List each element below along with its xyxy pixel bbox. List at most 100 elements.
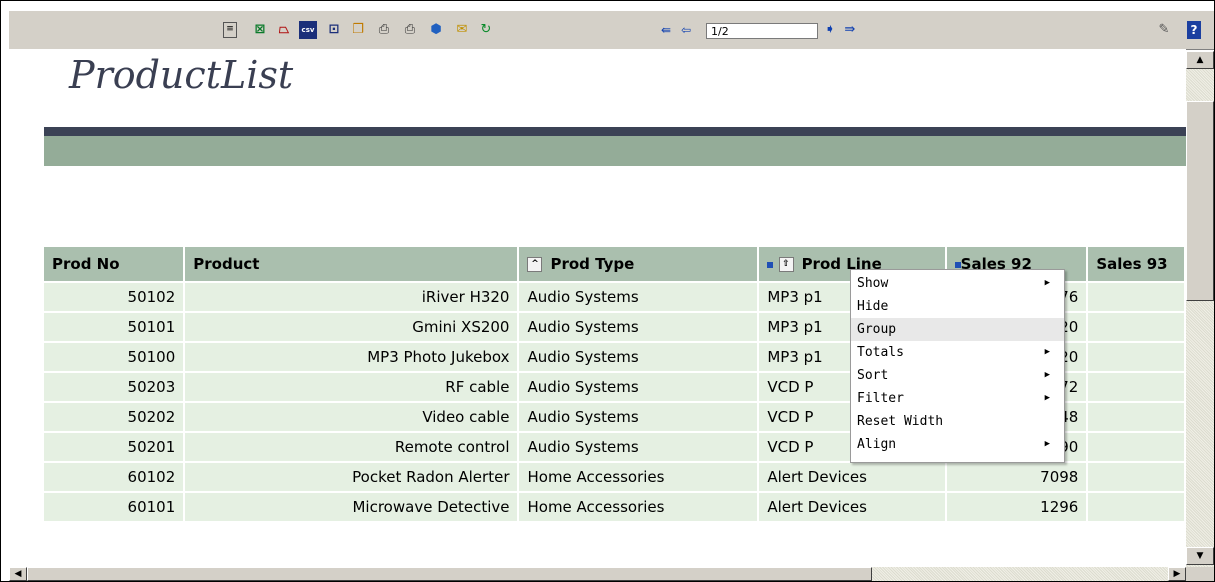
menu-item-show[interactable]: Show ▶ <box>851 272 1064 295</box>
column-resize-handle[interactable] <box>767 261 774 268</box>
menu-item-label: Sort <box>857 368 889 383</box>
sort-toggle-icon[interactable]: ⇧ <box>778 257 794 272</box>
table-row[interactable]: 60101 Microwave Detective Home Accessori… <box>44 491 1186 521</box>
cell-prod-type: Audio Systems <box>518 401 760 432</box>
cell-prod-no: 50101 <box>44 311 186 342</box>
cell-prod-type: Audio Systems <box>518 281 760 312</box>
menu-item-align[interactable]: Align ▶ <box>851 433 1064 456</box>
column-header-label: Product <box>193 255 260 273</box>
network-icon[interactable]: ⬢ <box>427 21 445 39</box>
menu-item-hide[interactable]: Hide <box>851 295 1064 318</box>
menu-item-totals[interactable]: Totals ▶ <box>851 341 1064 364</box>
sort-ascending-icon[interactable]: ^ <box>527 257 543 272</box>
cell-sales-92: 7098 <box>945 461 1089 492</box>
cell-sales-93 <box>1087 461 1186 492</box>
cell-prod-no: 50203 <box>44 371 186 402</box>
previous-page-icon[interactable]: ⇦ <box>677 21 695 39</box>
cell-product: Pocket Radon Alerter <box>184 461 520 492</box>
word-icon[interactable]: ⊡ <box>325 21 343 39</box>
submenu-arrow-icon: ▶ <box>1044 370 1050 380</box>
menu-item-label: Totals <box>857 345 904 360</box>
toolbar: ≡ ⊠ ⏢ csv ⊡ ❐ ⎙ ⎙ ⬢ ✉ ↻ ⇚ ⇦ 1/2 ➧ ⇛ ✎ ? <box>9 11 1214 50</box>
cell-product: Remote control <box>184 431 520 462</box>
column-header-label: Prod No <box>52 255 120 273</box>
excel-icon[interactable]: ⊠ <box>251 21 269 39</box>
cell-prod-type: Audio Systems <box>518 371 760 402</box>
vertical-scroll-thumb[interactable] <box>1186 101 1214 301</box>
report-viewer-window: ≡ ⊠ ⏢ csv ⊡ ❐ ⎙ ⎙ ⬢ ✉ ↻ ⇚ ⇦ 1/2 ➧ ⇛ ✎ ? … <box>0 0 1215 582</box>
edit-icon[interactable]: ✎ <box>1155 21 1173 39</box>
cell-sales-93 <box>1087 401 1186 432</box>
scroll-right-icon[interactable]: ▶ <box>1168 567 1186 581</box>
column-header-sales-93[interactable]: Sales 93 <box>1087 247 1186 282</box>
scroll-left-icon[interactable]: ◀ <box>9 567 27 581</box>
cell-product: Gmini XS200 <box>184 311 520 342</box>
cell-product: iRiver H320 <box>184 281 520 312</box>
print-icon[interactable]: ⎙ <box>375 21 393 39</box>
cell-prod-type: Home Accessories <box>518 491 760 521</box>
column-context-menu: Show ▶ Hide Group Totals ▶ Sort ▶ Filter ▶ R… <box>850 269 1065 463</box>
last-page-icon[interactable]: ⇛ <box>841 21 859 39</box>
refresh-icon[interactable]: ↻ <box>477 21 495 39</box>
copy-icon[interactable]: ❐ <box>349 21 367 39</box>
cell-product: Microwave Detective <box>184 491 520 521</box>
submenu-arrow-icon: ▶ <box>1044 278 1050 288</box>
cell-sales-93 <box>1087 491 1186 521</box>
vertical-scrollbar[interactable]: ▲ ▼ <box>1186 51 1214 567</box>
cell-prod-no: 50202 <box>44 401 186 432</box>
menu-item-sort[interactable]: Sort ▶ <box>851 364 1064 387</box>
menu-item-filter[interactable]: Filter ▶ <box>851 387 1064 410</box>
menu-item-label: Hide <box>857 299 889 314</box>
column-header-prod-no[interactable]: Prod No <box>44 247 186 282</box>
horizontal-scroll-thumb[interactable] <box>27 567 872 581</box>
menu-item-label: Reset Width <box>857 414 944 429</box>
cell-prod-type: Audio Systems <box>518 431 760 462</box>
pdf-icon[interactable]: ⏢ <box>275 21 293 39</box>
cell-prod-no: 50201 <box>44 431 186 462</box>
cell-prod-no: 50100 <box>44 341 186 372</box>
report-title: ProductList <box>69 53 294 97</box>
header-band <box>44 127 1186 136</box>
cell-product: MP3 Photo Jukebox <box>184 341 520 372</box>
page-number-input[interactable]: 1/2 <box>706 23 818 39</box>
cell-prod-no: 50102 <box>44 281 186 312</box>
cell-sales-93 <box>1087 311 1186 342</box>
subheader-band <box>44 136 1186 166</box>
cell-prod-type: Audio Systems <box>518 341 760 372</box>
scrollbar-corner <box>1186 567 1214 581</box>
scroll-down-icon[interactable]: ▼ <box>1186 547 1214 565</box>
cell-sales-93 <box>1087 341 1186 372</box>
menu-item-label: Align <box>857 437 897 452</box>
horizontal-scrollbar[interactable]: ◀ ▶ <box>9 567 1186 581</box>
menu-item-label: Group <box>857 322 897 337</box>
page-icon[interactable]: ≡ <box>223 22 237 38</box>
cell-product: RF cable <box>184 371 520 402</box>
scroll-up-icon[interactable]: ▲ <box>1186 51 1214 69</box>
submenu-arrow-icon: ▶ <box>1044 439 1050 449</box>
menu-item-label: Filter <box>857 391 904 406</box>
column-header-product[interactable]: Product <box>184 247 520 282</box>
table-row[interactable]: 60102 Pocket Radon Alerter Home Accessor… <box>44 461 1186 492</box>
first-page-icon[interactable]: ⇚ <box>657 21 675 39</box>
cell-sales-93 <box>1087 371 1186 402</box>
cell-prod-line: Alert Devices <box>758 491 947 521</box>
next-page-icon[interactable]: ➧ <box>821 21 839 39</box>
help-icon[interactable]: ? <box>1187 21 1201 39</box>
cell-sales-93 <box>1087 281 1186 312</box>
menu-item-reset-width[interactable]: Reset Width <box>851 410 1064 433</box>
cell-product: Video cable <box>184 401 520 432</box>
email-icon[interactable]: ✉ <box>453 21 471 39</box>
cell-prod-line: Alert Devices <box>758 461 947 492</box>
submenu-arrow-icon: ▶ <box>1044 347 1050 357</box>
menu-item-group[interactable]: Group <box>851 318 1064 341</box>
column-header-label: Sales 93 <box>1096 255 1168 273</box>
cell-prod-no: 60101 <box>44 491 186 521</box>
column-header-label: Prod Type <box>550 255 635 273</box>
csv-icon[interactable]: csv <box>299 21 317 39</box>
cell-prod-no: 60102 <box>44 461 186 492</box>
cell-sales-93 <box>1087 431 1186 462</box>
submenu-arrow-icon: ▶ <box>1044 393 1050 403</box>
column-header-prod-type[interactable]: ^ Prod Type <box>518 247 760 282</box>
print-preview-icon[interactable]: ⎙ <box>401 21 419 39</box>
cell-prod-type: Audio Systems <box>518 311 760 342</box>
